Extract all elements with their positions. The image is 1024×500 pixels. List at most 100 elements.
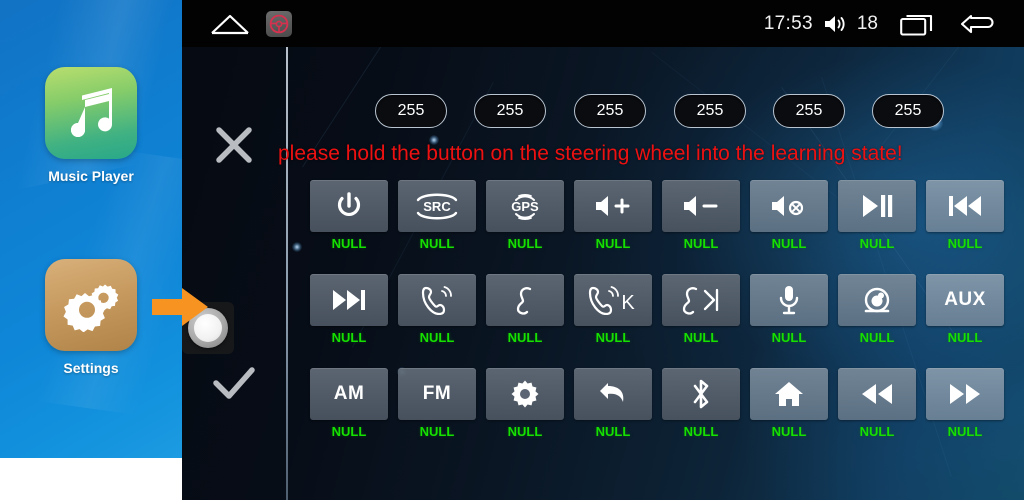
grid-row: NULL NULL NULL K NULL NULL NULL NULL AUX… (310, 274, 1010, 345)
grid-cell-fast-forward: NULL (926, 368, 1004, 439)
am-label: AM (333, 383, 365, 404)
volume-down-icon[interactable] (662, 180, 740, 232)
binding-label: NULL (595, 330, 631, 345)
grid-cell-play-pause: NULL (838, 180, 916, 251)
app-music-player[interactable]: Music Player (0, 67, 182, 184)
value-pill[interactable]: 255 (474, 94, 546, 128)
value-pill[interactable]: 255 (773, 94, 845, 128)
next-track-icon[interactable] (310, 274, 388, 326)
grid-cell-next-track: NULL (310, 274, 388, 345)
status-bar: 17:53 18 (182, 0, 1024, 47)
home-icon[interactable] (750, 368, 828, 420)
binding-label: NULL (771, 236, 807, 251)
gears-icon (45, 259, 137, 351)
binding-label: NULL (771, 424, 807, 439)
phone-answer-k-icon[interactable]: K (574, 274, 652, 326)
warning-message: please hold the button on the steering w… (278, 142, 903, 165)
binding-label: NULL (331, 330, 367, 345)
volume-up-icon[interactable] (574, 180, 652, 232)
value-pill[interactable]: 255 (674, 94, 746, 128)
phone-hangup-skip-icon[interactable] (662, 274, 740, 326)
binding-label: NULL (419, 424, 455, 439)
grid-row: NULL SRC NULL GPS NULL NULL NULL NULL NU… (310, 180, 1010, 251)
am-icon[interactable]: AM (310, 368, 388, 420)
grid-cell-fm: FM NULL (398, 368, 476, 439)
value-pill[interactable]: 255 (375, 94, 447, 128)
screen-root: Music Player Settings 17:53 18 255 255 2… (0, 0, 1024, 500)
status-bar-right: 17:53 18 (764, 12, 1024, 36)
svg-text:GPS: GPS (511, 199, 539, 214)
microphone-icon[interactable] (750, 274, 828, 326)
back-arrow-icon[interactable] (960, 12, 1000, 36)
grid-cell-microphone: NULL (750, 274, 828, 345)
binding-label: NULL (595, 236, 631, 251)
function-button-grid: NULL SRC NULL GPS NULL NULL NULL NULL NU… (310, 180, 1010, 462)
confirm-button[interactable] (198, 357, 270, 409)
binding-label: NULL (859, 330, 895, 345)
decorative-glow (292, 242, 302, 252)
grid-cell-phone-answer: NULL (398, 274, 476, 345)
binding-label: NULL (947, 236, 983, 251)
vertical-divider (286, 47, 288, 500)
cancel-button[interactable] (198, 119, 270, 171)
brightness-icon[interactable] (486, 368, 564, 420)
swc-learning-panel: 255 255 255 255 255 255 please hold the … (182, 47, 1024, 500)
binding-label: NULL (419, 330, 455, 345)
grid-cell-src: SRC NULL (398, 180, 476, 251)
grid-cell-rewind: NULL (838, 368, 916, 439)
svg-text:K: K (621, 292, 635, 314)
app-label: Settings (63, 360, 119, 376)
binding-label: NULL (947, 424, 983, 439)
head-unit-screen: 17:53 18 255 255 255 255 255 255 please … (182, 0, 1024, 500)
grid-cell-previous-track: NULL (926, 180, 1004, 251)
previous-track-icon[interactable] (926, 180, 1004, 232)
grid-cell-volume-up: NULL (574, 180, 652, 251)
grid-cell-phone-hangup: NULL (486, 274, 564, 345)
binding-label: NULL (331, 236, 367, 251)
grid-row: AM NULL FM NULL NULL NULL NULL NULL NULL… (310, 368, 1010, 439)
grid-cell-power: NULL (310, 180, 388, 251)
binding-label: NULL (771, 330, 807, 345)
src-icon[interactable]: SRC (398, 180, 476, 232)
binding-label: NULL (419, 236, 455, 251)
bluetooth-icon[interactable] (662, 368, 740, 420)
grid-cell-mute: NULL (750, 180, 828, 251)
value-pill[interactable]: 255 (574, 94, 646, 128)
phone-hangup-icon[interactable] (486, 274, 564, 326)
status-bar-left (182, 10, 292, 37)
music-note-icon (45, 67, 137, 159)
power-icon[interactable] (310, 180, 388, 232)
grid-cell-volume-down: NULL (662, 180, 740, 251)
volume-value: 18 (856, 12, 878, 34)
binding-label: NULL (507, 236, 543, 251)
camera-icon[interactable] (838, 274, 916, 326)
undo-back-icon[interactable] (574, 368, 652, 420)
fm-label: FM (422, 383, 452, 404)
binding-label: NULL (331, 424, 367, 439)
grid-cell-gps: GPS NULL (486, 180, 564, 251)
rewind-icon[interactable] (838, 368, 916, 420)
grid-cell-phone-hangup-skip: NULL (662, 274, 740, 345)
steering-wheel-icon[interactable] (266, 10, 292, 37)
status-clock: 17:53 (763, 12, 813, 34)
aux-icon[interactable]: AUX (926, 274, 1004, 326)
fast-forward-icon[interactable] (926, 368, 1004, 420)
fm-icon[interactable]: FM (398, 368, 476, 420)
binding-label: NULL (859, 424, 895, 439)
volume-icon[interactable] (823, 13, 849, 35)
gps-icon[interactable]: GPS (486, 180, 564, 232)
recents-icon[interactable] (900, 12, 938, 36)
phone-answer-icon[interactable] (398, 274, 476, 326)
app-label: Music Player (48, 168, 134, 184)
value-pill-row: 255 255 255 255 255 255 (182, 47, 1024, 128)
svg-text:SRC: SRC (423, 199, 451, 214)
launcher-panel: Music Player Settings (0, 0, 182, 500)
grid-cell-undo-back: NULL (574, 368, 652, 439)
value-pill[interactable]: 255 (872, 94, 944, 128)
mute-icon[interactable] (750, 180, 828, 232)
play-pause-icon[interactable] (838, 180, 916, 232)
home-outline-icon[interactable] (210, 13, 250, 35)
aux-label: AUX (944, 289, 986, 310)
grid-cell-brightness: NULL (486, 368, 564, 439)
binding-label: NULL (683, 236, 719, 251)
